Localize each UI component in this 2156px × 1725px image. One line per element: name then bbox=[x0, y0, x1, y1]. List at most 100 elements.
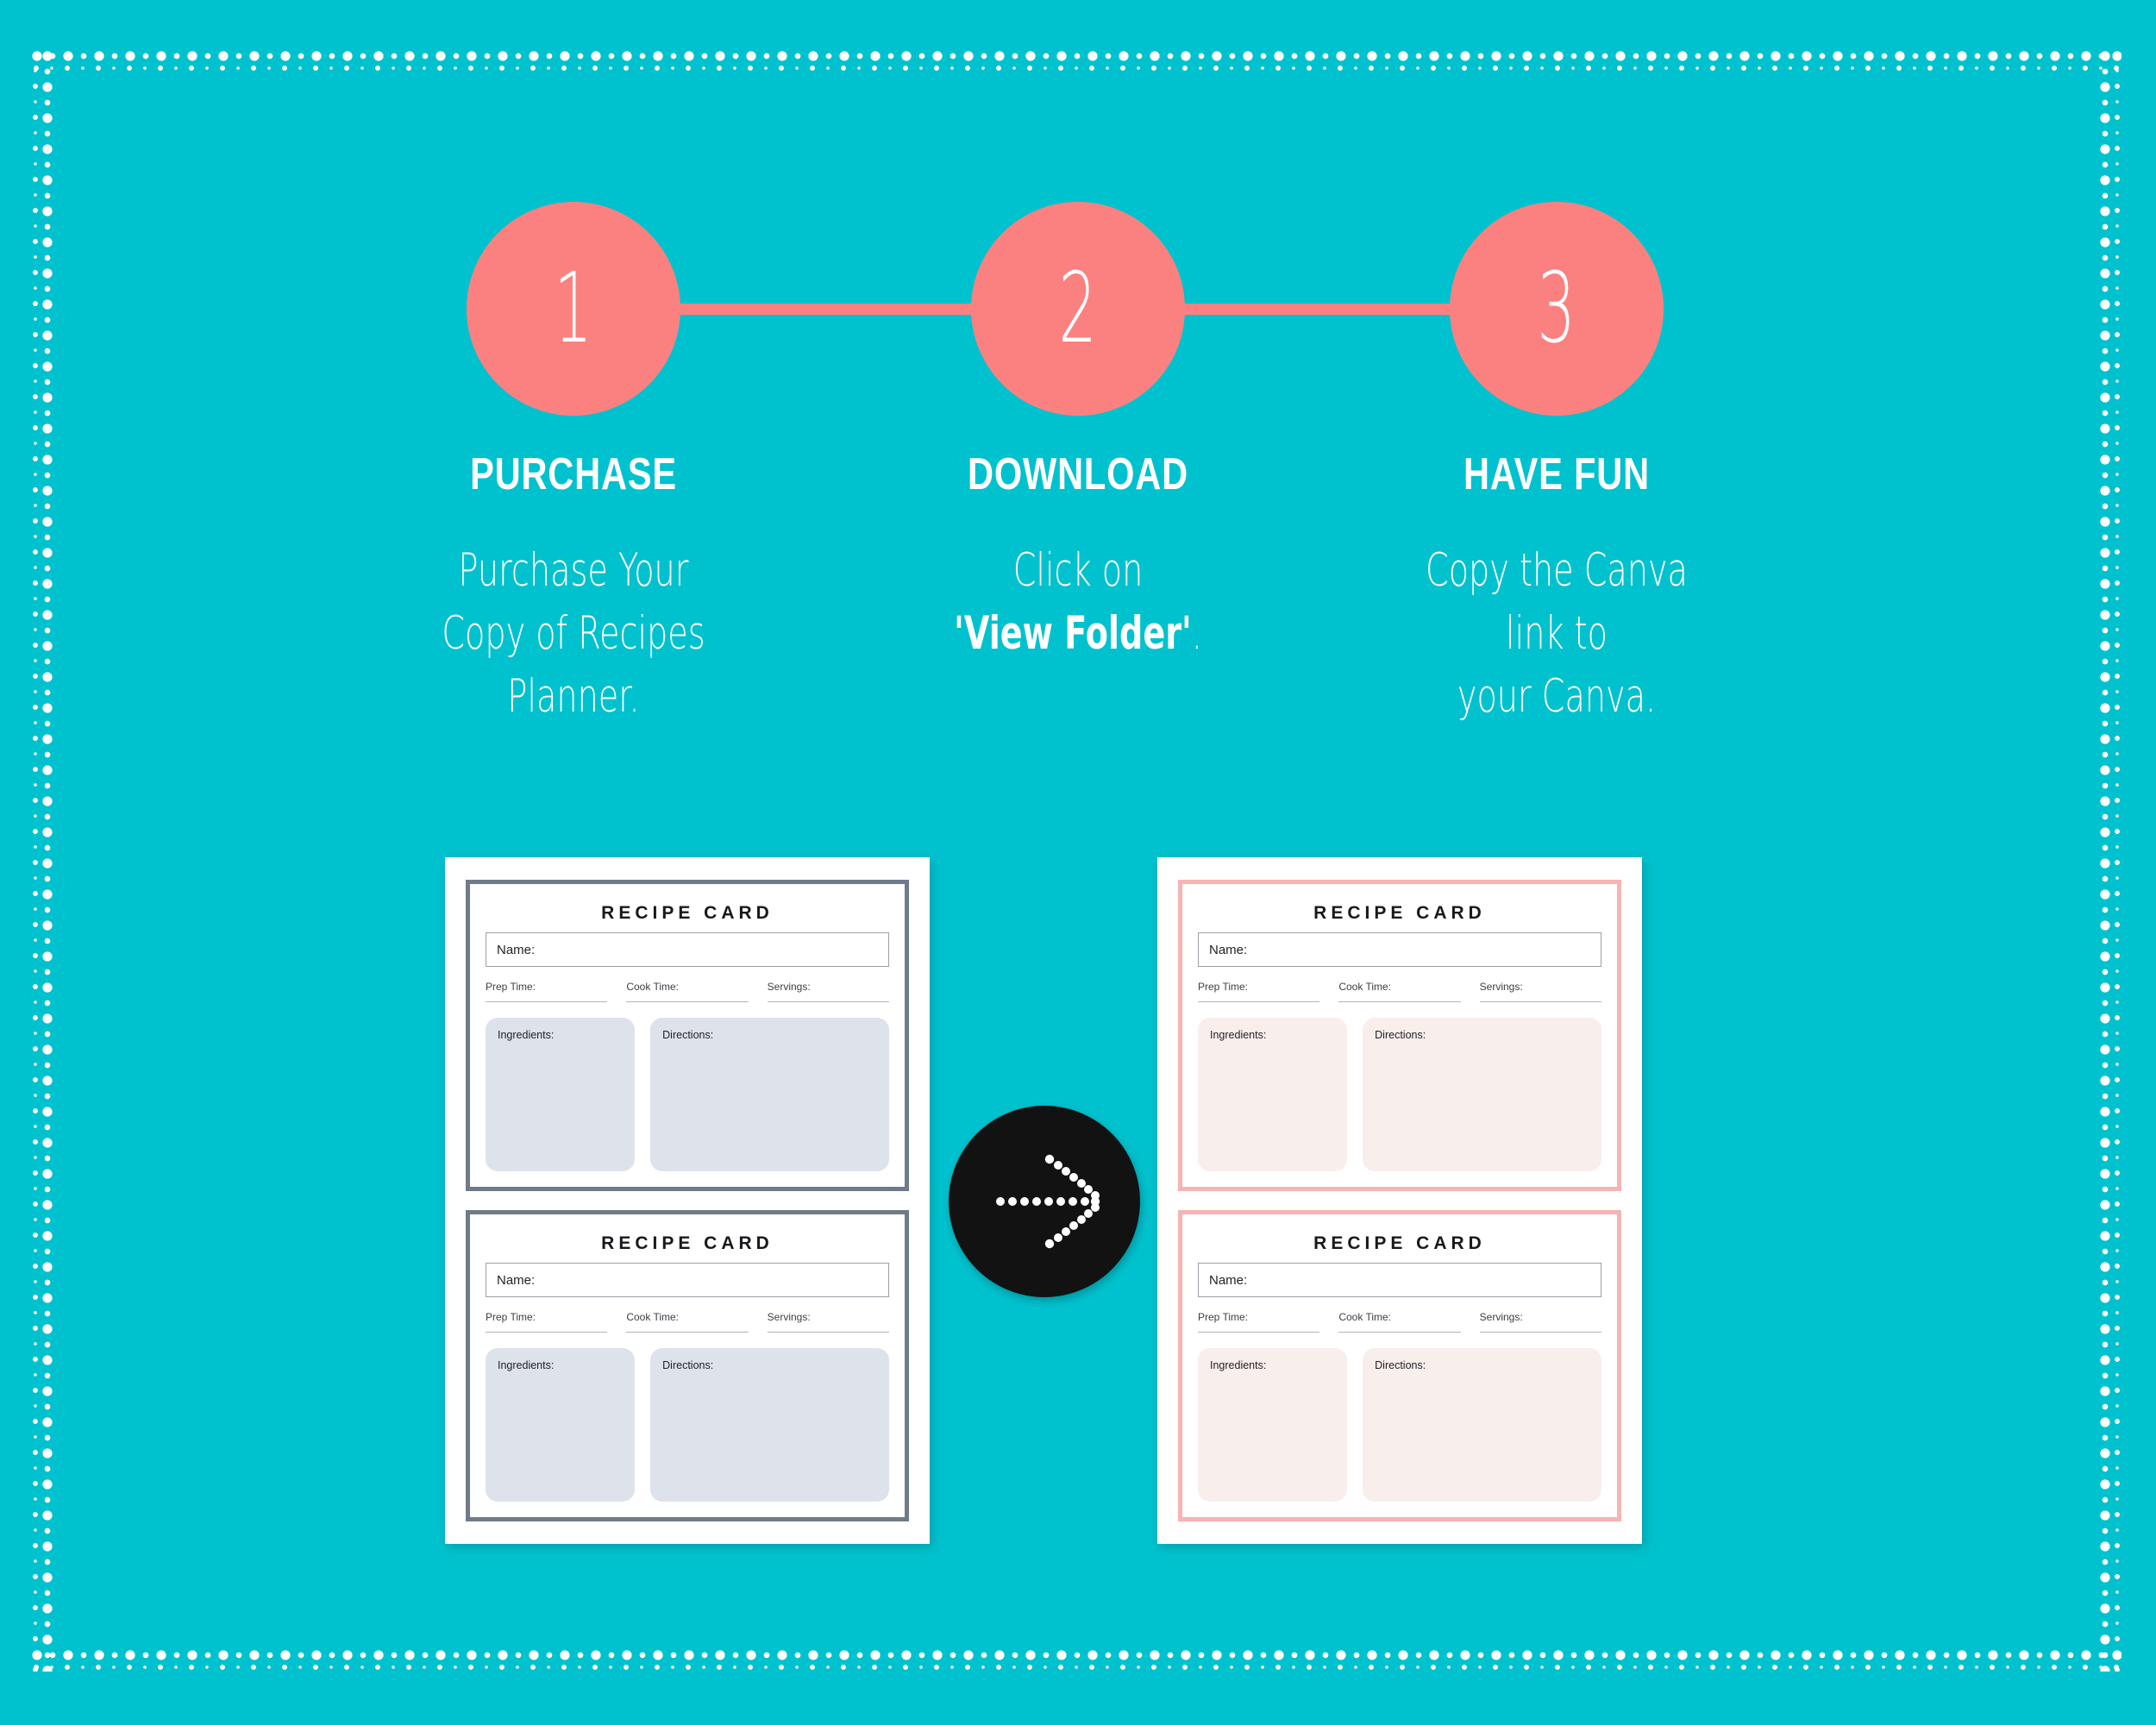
step-1-line-3: Planner. bbox=[507, 670, 640, 724]
recipe-content-row: Ingredients: Directions: bbox=[1198, 1348, 1601, 1502]
step-3-title: HAVE FUN bbox=[1463, 449, 1650, 499]
cook-time-label: Cook Time: bbox=[626, 981, 680, 993]
directions-box: Directions: bbox=[1363, 1348, 1601, 1502]
recipe-content-row: Ingredients: Directions: bbox=[486, 1348, 889, 1502]
prep-time-label: Prep Time: bbox=[486, 1311, 536, 1323]
recipe-meta-row: Prep Time: Cook Time: Servings: bbox=[486, 1311, 889, 1333]
cook-time-cell: Cook Time: bbox=[626, 1311, 749, 1333]
ingredients-label: Ingredients: bbox=[1210, 1359, 1267, 1371]
prep-time-rule bbox=[486, 1332, 608, 1333]
frame-dots-large bbox=[31, 1649, 2122, 1661]
recipe-name-label: Name: bbox=[497, 1272, 536, 1288]
ingredients-label: Ingredients: bbox=[498, 1029, 555, 1041]
servings-rule bbox=[1479, 1332, 1601, 1333]
left-preview-sheet: RECIPE CARD Name: Prep Time: Cook Time: … bbox=[445, 857, 930, 1544]
recipe-name-field: Name: bbox=[486, 932, 889, 967]
cook-time-rule bbox=[1338, 1001, 1461, 1002]
recipe-card: RECIPE CARD Name: Prep Time: Cook Time: … bbox=[466, 1210, 909, 1521]
step-1-bubble: 1 bbox=[467, 202, 680, 416]
step-3-line-2: link to bbox=[1506, 607, 1608, 661]
recipe-card: RECIPE CARD Name: Prep Time: Cook Time: … bbox=[1178, 880, 1621, 1191]
step-2-bubble: 2 bbox=[971, 202, 1185, 416]
servings-cell: Servings: bbox=[1479, 1311, 1601, 1333]
cook-time-label: Cook Time: bbox=[626, 1311, 680, 1323]
step-2-line-1: Click on bbox=[1012, 544, 1144, 597]
servings-label: Servings: bbox=[1479, 1311, 1523, 1323]
steps-section: 1 PURCHASE Purchase Your Copy of Recipes… bbox=[0, 0, 2156, 828]
recipe-meta-row: Prep Time: Cook Time: Servings: bbox=[486, 981, 889, 1002]
step-3-line-1: Copy the Canva bbox=[1426, 544, 1688, 597]
servings-label: Servings: bbox=[1479, 981, 1523, 993]
cook-time-cell: Cook Time: bbox=[1338, 1311, 1461, 1333]
ingredients-label: Ingredients: bbox=[498, 1359, 555, 1371]
prep-time-label: Prep Time: bbox=[1198, 981, 1249, 993]
dotted-arrow-right-icon bbox=[996, 1154, 1100, 1249]
step-3-description: Copy the Canva link to your Canva. bbox=[1407, 539, 1706, 728]
prep-time-cell: Prep Time: bbox=[486, 1311, 608, 1333]
servings-label: Servings: bbox=[767, 981, 811, 993]
directions-label: Directions: bbox=[662, 1029, 714, 1041]
directions-label: Directions: bbox=[1375, 1359, 1426, 1371]
prep-time-rule bbox=[1198, 1332, 1320, 1333]
step-2-title: DOWNLOAD bbox=[968, 449, 1188, 499]
recipe-card-title: RECIPE CARD bbox=[1313, 903, 1486, 923]
recipe-card-title: RECIPE CARD bbox=[601, 903, 774, 923]
servings-cell: Servings: bbox=[767, 981, 889, 1002]
servings-label: Servings: bbox=[767, 1311, 811, 1323]
step-2-number: 2 bbox=[1058, 253, 1098, 365]
servings-rule bbox=[767, 1001, 889, 1002]
recipe-name-field: Name: bbox=[486, 1263, 889, 1297]
prep-time-label: Prep Time: bbox=[486, 981, 536, 993]
ingredients-box: Ingredients: bbox=[1198, 1348, 1348, 1502]
ingredients-box: Ingredients: bbox=[1198, 1018, 1348, 1171]
recipe-content-row: Ingredients: Directions: bbox=[486, 1018, 889, 1171]
prep-time-rule bbox=[486, 1001, 608, 1002]
prep-time-cell: Prep Time: bbox=[486, 981, 608, 1002]
step-2-line-2-suffix: . bbox=[1191, 607, 1202, 661]
cook-time-rule bbox=[626, 1001, 749, 1002]
directions-box: Directions: bbox=[650, 1018, 889, 1171]
cook-time-label: Cook Time: bbox=[1338, 1311, 1392, 1323]
prep-time-cell: Prep Time: bbox=[1198, 981, 1320, 1002]
cook-time-rule bbox=[626, 1332, 749, 1333]
step-1-title: PURCHASE bbox=[470, 449, 677, 499]
step-1-number: 1 bbox=[554, 253, 593, 365]
directions-box: Directions: bbox=[1363, 1018, 1601, 1171]
servings-cell: Servings: bbox=[767, 1311, 889, 1333]
right-sheet-inner: RECIPE CARD Name: Prep Time: Cook Time: … bbox=[1157, 857, 1642, 1544]
recipe-card-title: RECIPE CARD bbox=[601, 1233, 774, 1253]
step-3-line-3: your Canva. bbox=[1457, 670, 1657, 724]
frame-edge-bottom bbox=[31, 1649, 2122, 1672]
recipe-name-field: Name: bbox=[1198, 932, 1601, 967]
prep-time-label: Prep Time: bbox=[1198, 1311, 1249, 1323]
recipe-meta-row: Prep Time: Cook Time: Servings: bbox=[1198, 1311, 1601, 1333]
cook-time-rule bbox=[1338, 1332, 1461, 1333]
directions-box: Directions: bbox=[650, 1348, 889, 1502]
recipe-name-field: Name: bbox=[1198, 1263, 1601, 1297]
ingredients-box: Ingredients: bbox=[486, 1018, 636, 1171]
prep-time-cell: Prep Time: bbox=[1198, 1311, 1320, 1333]
frame-dots-small bbox=[31, 1663, 2122, 1672]
step-2-description: Click on 'View Folder'. bbox=[929, 539, 1227, 665]
cook-time-cell: Cook Time: bbox=[1338, 981, 1461, 1002]
ingredients-label: Ingredients: bbox=[1210, 1029, 1267, 1041]
step-1-description: Purchase Your Copy of Recipes Planner. bbox=[424, 539, 723, 728]
view-folder-emphasis: 'View Folder' bbox=[954, 607, 1192, 661]
transform-arrow-badge bbox=[949, 1106, 1140, 1297]
recipe-content-row: Ingredients: Directions: bbox=[1198, 1018, 1601, 1171]
step-1-line-1: Purchase Your bbox=[458, 544, 689, 597]
left-sheet-inner: RECIPE CARD Name: Prep Time: Cook Time: … bbox=[445, 857, 930, 1544]
recipe-name-label: Name: bbox=[1209, 942, 1248, 957]
servings-rule bbox=[767, 1332, 889, 1333]
cook-time-cell: Cook Time: bbox=[626, 981, 749, 1002]
recipe-name-label: Name: bbox=[497, 942, 536, 957]
ingredients-box: Ingredients: bbox=[486, 1348, 636, 1502]
right-preview-sheet: RECIPE CARD Name: Prep Time: Cook Time: … bbox=[1157, 857, 1642, 1544]
directions-label: Directions: bbox=[662, 1359, 714, 1371]
poster-canvas: 1 PURCHASE Purchase Your Copy of Recipes… bbox=[0, 0, 2156, 1725]
prep-time-rule bbox=[1198, 1001, 1320, 1002]
step-3-number: 3 bbox=[1537, 253, 1576, 365]
recipe-meta-row: Prep Time: Cook Time: Servings: bbox=[1198, 981, 1601, 1002]
step-3-bubble: 3 bbox=[1450, 202, 1664, 416]
recipe-card-title: RECIPE CARD bbox=[1313, 1233, 1486, 1253]
